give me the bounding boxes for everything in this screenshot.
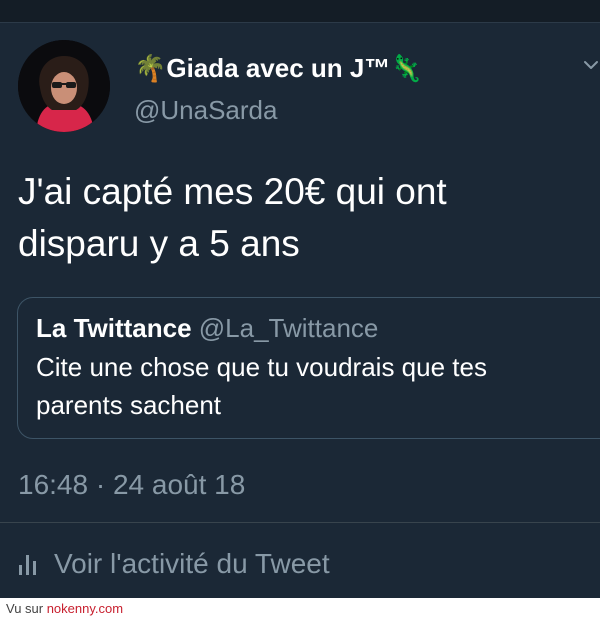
quoted-tweet-text: Cite une chose que tu voudrais que tes p… <box>36 348 596 424</box>
quoted-tweet-author: La Twittance @La_Twittance <box>36 312 378 344</box>
tweet-author-name[interactable]: 🌴Giada avec un J™🦎 <box>134 52 423 85</box>
avatar[interactable] <box>18 40 110 132</box>
quoted-tweet[interactable]: La Twittance @La_Twittance Cite une chos… <box>17 297 600 439</box>
quoted-author-name: La Twittance <box>36 313 192 343</box>
tweet-text-line: J'ai capté mes 20€ qui ont <box>18 171 447 212</box>
bar-chart-icon <box>19 555 36 575</box>
tweet-timestamp[interactable]: 16:48 · 24 août 18 <box>18 468 245 502</box>
activity-label: Voir l'activité du Tweet <box>54 548 330 579</box>
tweet-author-handle[interactable]: @UnaSarda <box>134 94 277 126</box>
palm-tree-emoji: 🌴 <box>134 54 167 84</box>
tweet-text: J'ai capté mes 20€ qui ont disparu y a 5… <box>18 166 588 270</box>
footer-site-link[interactable]: nokenny.com <box>47 601 123 616</box>
divider <box>0 522 600 523</box>
footer-prefix: Vu sur <box>6 601 47 616</box>
quoted-text-line: Cite une chose que tu voudrais que tes <box>36 352 487 382</box>
author-name-text: Giada avec un J™ <box>166 53 391 83</box>
lizard-emoji: 🦎 <box>390 54 423 84</box>
avatar-image <box>18 40 110 132</box>
tweet-activity-link[interactable]: Voir l'activité du Tweet <box>18 546 330 582</box>
source-footer: Vu sur nokenny.com <box>0 598 600 620</box>
chevron-down-icon[interactable] <box>582 56 600 74</box>
top-bar <box>0 0 600 23</box>
tweet-text-line: disparu y a 5 ans <box>18 223 300 264</box>
quoted-author-handle: @La_Twittance <box>198 313 379 343</box>
quoted-text-line: parents sachent <box>36 390 222 420</box>
